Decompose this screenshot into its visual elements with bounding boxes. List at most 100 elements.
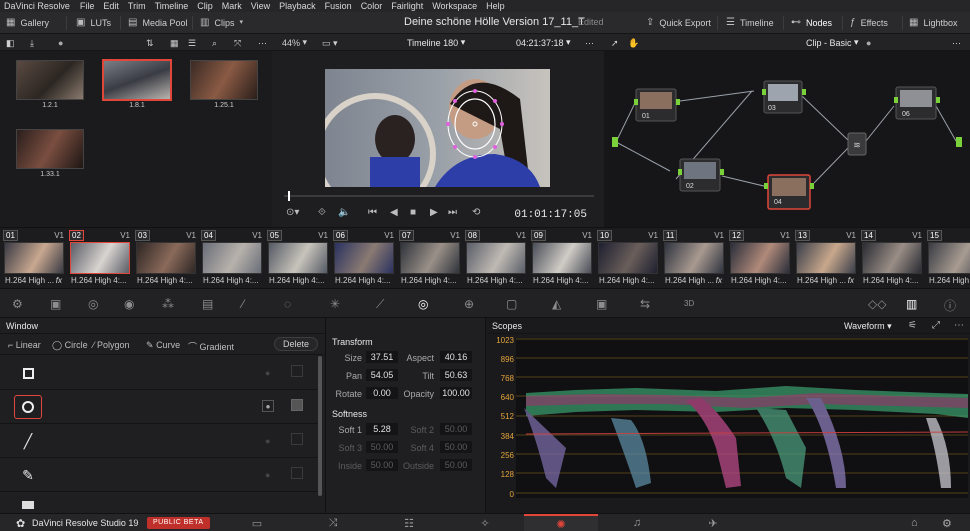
menu-playback[interactable]: Playback [279,1,316,11]
soft3-field[interactable]: 50.00 [366,441,398,453]
menu-mark[interactable]: Mark [222,1,242,11]
menu-fairlight[interactable]: Fairlight [391,1,423,11]
viewer-scrubber[interactable] [284,191,594,201]
aspect-field[interactable]: 40.16 [440,351,472,363]
soft2-field[interactable]: 50.00 [440,423,472,435]
volume-icon[interactable]: 🔈 [338,208,350,218]
media-page-tab[interactable]: ▭ [220,514,294,531]
menu-color[interactable]: Color [361,1,383,11]
rgb-mixer-icon[interactable]: ⁂ [162,297,174,311]
pan-field[interactable]: 54.05 [366,369,398,381]
clip-thumbnail[interactable]: 04 V1 H.264 High 4:... [200,228,264,290]
key-icon[interactable]: ▣ [596,297,607,311]
fusion-page-tab[interactable]: ✧ [448,514,522,531]
clips-button[interactable]: ▥ Clips ▾ [200,12,243,34]
clip-thumbnail[interactable]: 13 V1 H.264 High ... fx [794,228,858,290]
node-selected[interactable] [764,174,814,210]
magic-mask-icon[interactable]: ▢ [506,297,517,311]
media-pool-button[interactable]: ▤ Media Pool [128,12,187,34]
soft1-field[interactable]: 5.28 [366,423,398,435]
play-icon[interactable]: ▶ [430,208,438,218]
viewer-options-icon[interactable]: ⋯ [585,36,594,49]
clip-thumbnail[interactable]: 11 V1 H.264 High ... fx [662,228,726,290]
node[interactable] [894,86,940,120]
fairlight-page-tab[interactable]: ♫ [600,514,674,531]
clip-thumbnail[interactable]: 02 V1 H.264 High 4:... [68,228,132,290]
color-page-tab[interactable]: ✺ [524,514,598,531]
gallery-still-selected[interactable] [102,59,172,101]
skip-start-icon[interactable]: ⏮ [368,208,377,218]
effects-button[interactable]: ƒ Effects [850,12,888,34]
node[interactable] [678,158,724,192]
add-circle-button[interactable]: ◯ Circle [52,340,88,351]
scope-mode-select[interactable]: Waveform ▾ [844,321,892,332]
nodes-button[interactable]: ⊷ Nodes [791,12,832,34]
grab-still-icon[interactable]: ⤓ [30,36,34,49]
node[interactable] [634,88,680,122]
window-row-polygon[interactable]: ╱ ● [0,424,318,458]
window-row-curve[interactable]: ✎ ● [0,458,318,492]
keyframes-icon[interactable]: ◇◇ [868,297,886,311]
camera-raw-icon[interactable]: ⚙ [12,297,23,311]
node-editor[interactable]: ≋ 01 02 03 04 06 [604,51,970,227]
eyedropper-icon[interactable]: ⟋ [376,297,384,312]
window-enable-toggle[interactable]: ● [262,400,274,412]
hand-tool-icon[interactable]: ✋ [628,36,639,49]
menu-trim[interactable]: Trim [128,1,146,11]
size-field[interactable]: 37.51 [366,351,398,363]
menu-view[interactable]: View [251,1,270,11]
window-invert-toggle[interactable] [291,365,303,377]
window-row-gradient[interactable] [0,492,318,513]
scopes-icon[interactable]: ▥ [906,297,917,311]
menu-clip[interactable]: Clip [197,1,213,11]
skip-end-icon[interactable]: ⏭ [448,208,457,218]
info-icon[interactable]: ⓘ [944,297,956,314]
3d-icon[interactable]: 3D [684,299,694,308]
window-row-linear[interactable]: ● [0,356,318,390]
loop-icon[interactable]: ⟲ [472,208,480,218]
clip-thumbnail[interactable]: 09 V1 H.264 High 4:... [530,228,594,290]
luts-button[interactable]: ▣ LUTs [76,12,111,34]
fit-icon[interactable]: ⤧ [234,36,241,49]
timecode-select[interactable]: 04:21:37:18 ▾ [516,36,571,49]
add-gradient-button[interactable]: ⌒ Gradient [188,340,234,353]
loop-mode-icon[interactable]: ⊙▾ [286,208,299,218]
viewer-mode-icon[interactable]: ▭ ▾ [322,36,338,49]
menu-help[interactable]: Help [486,1,505,11]
play-reverse-icon[interactable]: ◀ [390,208,398,218]
node-zoom-slider[interactable]: ● [866,36,871,49]
zoom-select[interactable]: 44% ▾ [282,36,307,49]
lightbox-button[interactable]: ▦ Lightbox [909,12,957,34]
home-icon[interactable]: ⌂ [911,517,918,529]
window-tool-icon[interactable]: ◎ [418,297,428,311]
clip-thumbnail[interactable]: 08 V1 H.264 High 4:... [464,228,528,290]
color-warper-icon[interactable]: ◌ [284,297,291,311]
gallery-still[interactable] [190,60,258,100]
sort-icon[interactable]: ⇅ [146,36,154,49]
quick-export-button[interactable]: ⇪ Quick Export [646,12,711,34]
tracker-icon[interactable]: ⊕ [464,297,474,311]
scope-more-icon[interactable]: ⋯ [954,321,964,331]
add-linear-button[interactable]: ⌐ Linear [8,340,41,350]
window-invert-toggle[interactable] [291,467,303,479]
color-wheels-icon[interactable]: ◎ [88,297,98,311]
sizing-icon[interactable]: ⇆ [640,297,650,311]
window-list-scrollbar[interactable] [318,356,322,496]
clip-thumbnail[interactable]: 14 V1 H.264 High 4:... [860,228,924,290]
timeline-select[interactable]: Timeline 180 ▾ [407,36,465,49]
window-invert-toggle[interactable] [291,399,303,411]
nodes-more-icon[interactable]: ⋯ [952,36,961,49]
motion-effects-icon[interactable]: ▤ [202,297,213,311]
blur-icon[interactable]: ◭ [552,297,561,311]
window-invert-toggle[interactable] [291,433,303,445]
menu-file[interactable]: File [80,1,95,11]
outside-field[interactable]: 50.00 [440,459,472,471]
layer-icon[interactable]: ⟐ [318,208,326,218]
inside-field[interactable]: 50.00 [366,459,398,471]
grid-view-icon[interactable]: ▦ [170,36,179,49]
sidebar-toggle-icon[interactable]: ◧ [6,36,15,49]
expand-icon[interactable]: ⤢ [932,321,940,331]
timeline-button[interactable]: ☰ Timeline [726,12,774,34]
soft4-field[interactable]: 50.00 [440,441,472,453]
still-size-slider[interactable]: ● [58,36,63,49]
